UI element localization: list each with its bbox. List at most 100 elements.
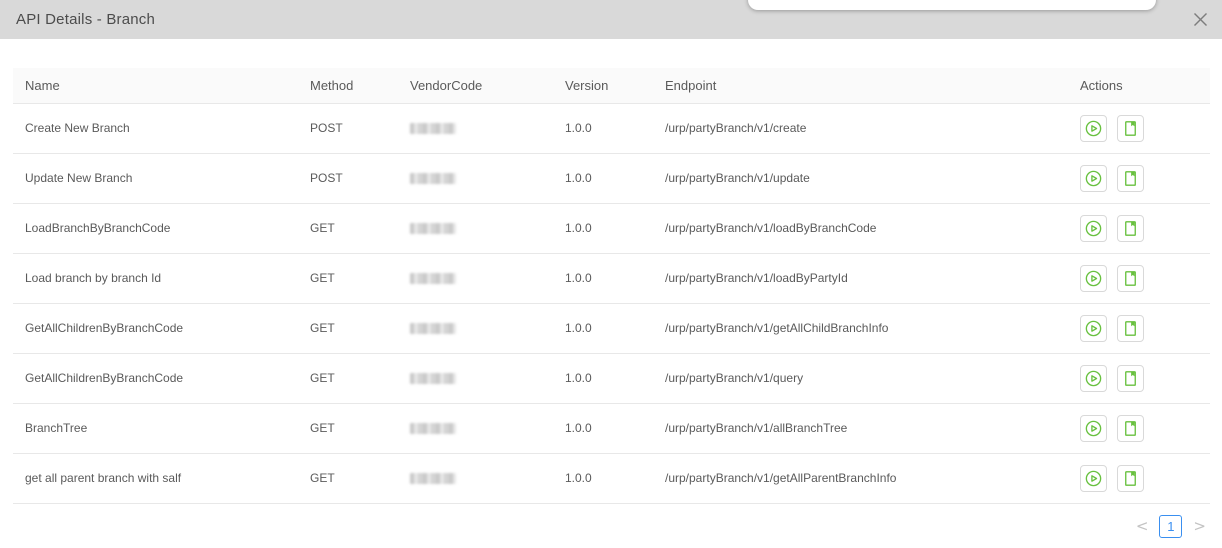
api-doc-button[interactable] (1117, 164, 1145, 192)
pagination-prev-icon[interactable]: < (1134, 515, 1151, 537)
run-api-button[interactable] (1080, 464, 1107, 492)
close-button[interactable] (1190, 9, 1210, 29)
api-name-cell: Create New Branch (13, 103, 298, 154)
actions-cell (1068, 153, 1210, 204)
api-version-cell: 1.0.0 (553, 353, 653, 404)
run-api-button[interactable] (1080, 264, 1107, 292)
api-version-cell: 1.0.0 (553, 153, 653, 204)
run-api-button[interactable] (1080, 114, 1107, 142)
api-version-cell: 1.0.0 (553, 303, 653, 354)
vendor-code-redacted-blur (410, 223, 456, 235)
api-doc-button[interactable] (1117, 264, 1145, 292)
api-method-cell: POST (298, 103, 398, 154)
api-version-cell: 1.0.0 (553, 403, 653, 454)
run-api-icon (1085, 170, 1102, 186)
api-table-body: Create New Branch POST 1.0.0 /urp/partyB… (13, 103, 1210, 504)
run-api-icon (1085, 120, 1102, 136)
run-api-button[interactable] (1080, 314, 1107, 342)
actions-cell (1068, 403, 1210, 454)
api-name-cell: GetAllChildrenByBranchCode (13, 303, 298, 354)
table-header-row: Name Method VendorCode Version Endpoint … (13, 68, 1210, 104)
column-header-endpoint: Endpoint (653, 68, 1068, 104)
column-header-method: Method (298, 68, 398, 104)
column-header-version: Version (553, 68, 653, 104)
run-api-icon (1085, 270, 1102, 286)
column-header-vendorcode: VendorCode (398, 68, 553, 104)
vendor-code-redacted-blur (410, 123, 456, 135)
api-method-cell: GET (298, 353, 398, 404)
api-endpoint-cell: /urp/partyBranch/v1/create (653, 103, 1068, 154)
api-doc-icon (1125, 120, 1137, 136)
table-row: Create New Branch POST 1.0.0 /urp/partyB… (13, 103, 1210, 154)
table-row: BranchTree GET 1.0.0 /urp/partyBranch/v1… (13, 403, 1210, 454)
api-version-cell: 1.0.0 (553, 103, 653, 154)
api-doc-icon (1125, 420, 1137, 436)
pagination: < 1 > (0, 514, 1208, 538)
table-row: Load branch by branch Id GET 1.0.0 /urp/… (13, 253, 1210, 304)
run-api-button[interactable] (1080, 164, 1107, 192)
close-icon (1193, 12, 1207, 26)
api-endpoint-cell: /urp/partyBranch/v1/query (653, 353, 1068, 404)
api-doc-button[interactable] (1117, 214, 1145, 242)
api-table: Name Method VendorCode Version Endpoint … (13, 68, 1210, 504)
api-method-cell: POST (298, 153, 398, 204)
api-method-cell: GET (298, 453, 398, 504)
run-api-button[interactable] (1080, 364, 1107, 392)
api-doc-icon (1125, 170, 1137, 186)
run-api-icon (1085, 220, 1102, 236)
actions-cell (1068, 253, 1210, 304)
api-name-cell: get all parent branch with salf (13, 453, 298, 504)
vendor-code-cell (398, 203, 553, 254)
api-endpoint-cell: /urp/partyBranch/v1/loadByBranchCode (653, 203, 1068, 254)
api-doc-icon (1125, 370, 1137, 386)
vendor-code-redacted-blur (410, 173, 456, 185)
api-doc-button[interactable] (1117, 364, 1145, 392)
api-version-cell: 1.0.0 (553, 203, 653, 254)
vendor-code-redacted-blur (410, 373, 456, 385)
column-header-name: Name (13, 68, 298, 104)
table-row: GetAllChildrenByBranchCode GET 1.0.0 /ur… (13, 303, 1210, 354)
api-endpoint-cell: /urp/partyBranch/v1/update (653, 153, 1068, 204)
run-api-icon (1085, 470, 1102, 486)
pagination-next-icon[interactable]: > (1191, 515, 1208, 537)
run-api-button[interactable] (1080, 214, 1107, 242)
vendor-code-cell (398, 403, 553, 454)
actions-cell (1068, 353, 1210, 404)
vendor-code-cell (398, 153, 553, 204)
vendor-code-cell (398, 353, 553, 404)
api-doc-icon (1125, 470, 1137, 486)
search-pill[interactable] (748, 0, 1156, 10)
table-row: LoadBranchByBranchCode GET 1.0.0 /urp/pa… (13, 203, 1210, 254)
api-name-cell: Load branch by branch Id (13, 253, 298, 304)
api-name-cell: LoadBranchByBranchCode (13, 203, 298, 254)
table-row: GetAllChildrenByBranchCode GET 1.0.0 /ur… (13, 353, 1210, 404)
api-endpoint-cell: /urp/partyBranch/v1/allBranchTree (653, 403, 1068, 454)
api-doc-icon (1125, 270, 1137, 286)
api-version-cell: 1.0.0 (553, 453, 653, 504)
run-api-button[interactable] (1080, 414, 1107, 442)
run-api-icon (1085, 420, 1102, 436)
vendor-code-redacted-blur (410, 473, 456, 485)
column-header-actions: Actions (1068, 68, 1210, 104)
api-doc-button[interactable] (1117, 314, 1145, 342)
api-method-cell: GET (298, 253, 398, 304)
api-method-cell: GET (298, 203, 398, 254)
api-name-cell: GetAllChildrenByBranchCode (13, 353, 298, 404)
vendor-code-cell (398, 253, 553, 304)
api-doc-icon (1125, 220, 1137, 236)
modal-title: API Details - Branch (16, 11, 156, 28)
api-doc-button[interactable] (1117, 464, 1145, 492)
api-version-cell: 1.0.0 (553, 253, 653, 304)
api-name-cell: BranchTree (13, 403, 298, 454)
api-doc-button[interactable] (1117, 414, 1145, 442)
api-method-cell: GET (298, 303, 398, 354)
vendor-code-redacted-blur (410, 323, 456, 335)
pagination-page-1[interactable]: 1 (1159, 514, 1183, 538)
actions-cell (1068, 103, 1210, 154)
actions-cell (1068, 453, 1210, 504)
api-endpoint-cell: /urp/partyBranch/v1/loadByPartyId (653, 253, 1068, 304)
api-doc-icon (1125, 320, 1137, 336)
vendor-code-cell (398, 453, 553, 504)
api-name-cell: Update New Branch (13, 153, 298, 204)
api-doc-button[interactable] (1117, 114, 1145, 142)
